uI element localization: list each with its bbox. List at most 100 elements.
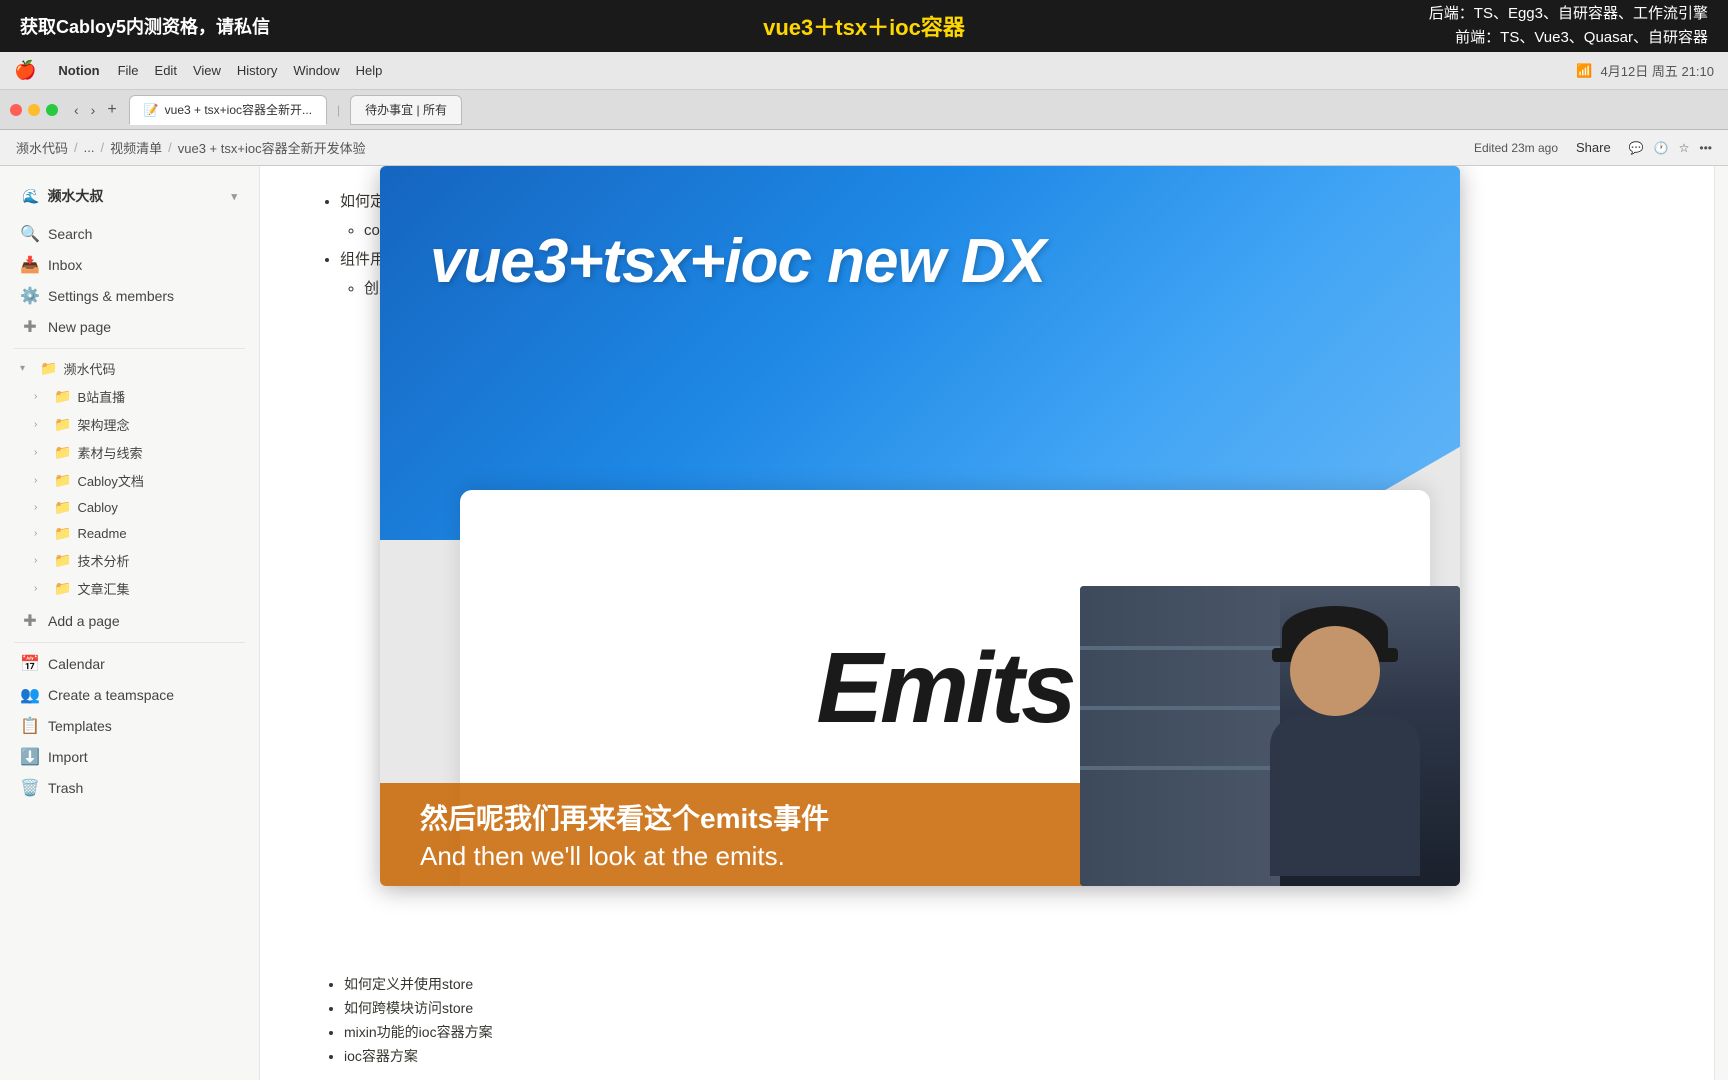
tree-label-readme: Readme: [77, 526, 126, 541]
banner-right-text: 后端：TS、Egg3、自研容器、工作流引擎 前端：TS、Vue3、Quasar、…: [1429, 2, 1708, 50]
breadcrumb-sep-1: /: [74, 140, 78, 155]
menu-window[interactable]: Window: [293, 63, 339, 78]
more-options-icon[interactable]: •••: [1699, 141, 1712, 155]
video-player[interactable]: vue3+tsx+ioc new DX Emits 然后呢我们再来看这个emit…: [380, 166, 1460, 886]
sidebar-item-templates[interactable]: 📋 Templates: [6, 711, 253, 741]
app-name-menu[interactable]: Notion: [58, 63, 99, 78]
add-page-icon: ✚: [20, 611, 40, 631]
mac-toolbar: 🍎 Notion File Edit View History Window H…: [0, 52, 1728, 90]
folder-icon-readme: 📁: [54, 525, 71, 542]
below-bullet-mixin: mixin功能的ioc容器方案: [344, 1022, 1654, 1042]
menu-view[interactable]: View: [193, 63, 221, 78]
sidebar-settings-label: Settings & members: [48, 288, 174, 304]
sidebar-item-trash[interactable]: 🗑️ Trash: [6, 773, 253, 803]
expand-icon-cabloy: ›: [34, 502, 48, 513]
below-bullet-store: 如何定义并使用store: [344, 974, 1654, 994]
menu-file[interactable]: File: [118, 63, 139, 78]
scrollbar-panel: [1714, 166, 1728, 1080]
sidebar-item-new-page[interactable]: ✚ New page: [6, 312, 253, 342]
sidebar-divider-1: [14, 348, 245, 349]
breadcrumb-root[interactable]: 濒水代码: [16, 138, 68, 157]
tab-separator: |: [331, 103, 346, 117]
comment-icon[interactable]: 💬: [1629, 141, 1644, 155]
import-icon: ⬇️: [20, 747, 40, 767]
sidebar-item-inbox[interactable]: 📥 Inbox: [6, 250, 253, 280]
sidebar-item-settings[interactable]: ⚙️ Settings & members: [6, 281, 253, 311]
tab-vue3-tsx[interactable]: 📝 vue3 + tsx+ioc容器全新开...: [129, 95, 327, 125]
maximize-window-button[interactable]: [46, 104, 58, 116]
forward-button[interactable]: ›: [87, 100, 100, 120]
sidebar-inbox-label: Inbox: [48, 257, 82, 273]
system-icons: 📶 4月12日 周五 21:10: [1576, 61, 1714, 80]
workspace-header[interactable]: 🌊 濒水大叔 ▾: [14, 180, 245, 212]
close-window-button[interactable]: [10, 104, 22, 116]
address-bar: 濒水代码 / ... / 视频清单 / vue3 + tsx+ioc容器全新开发…: [0, 130, 1728, 166]
teamspace-icon: 👥: [20, 685, 40, 705]
tab-todo[interactable]: 待办事宜 | 所有: [350, 95, 462, 125]
breadcrumb-ellipsis[interactable]: ...: [84, 140, 95, 155]
share-button[interactable]: Share: [1568, 138, 1619, 157]
workspace-icon: 🌊: [22, 188, 39, 205]
trash-icon: 🗑️: [20, 778, 40, 798]
tree-label-jishu: 技术分析: [77, 551, 129, 570]
below-bullet-text-crossmodule: 如何跨模块访问store: [344, 1000, 473, 1016]
below-bullet-crossmodule: 如何跨模块访问store: [344, 998, 1654, 1018]
sidebar-item-sucai[interactable]: › 📁 素材与线索: [6, 439, 253, 466]
star-icon[interactable]: ☆: [1679, 141, 1690, 155]
slide-top-section: vue3+tsx+ioc new DX: [380, 166, 1460, 540]
address-bar-actions: Edited 23m ago Share 💬 🕐 ☆ •••: [1474, 138, 1712, 157]
minimize-window-button[interactable]: [28, 104, 40, 116]
menu-help[interactable]: Help: [356, 63, 383, 78]
webcam-video: [1080, 586, 1460, 886]
folder-icon-cabloydoc: 📁: [54, 472, 71, 489]
sidebar-item-readme[interactable]: › 📁 Readme: [6, 521, 253, 546]
expand-icon: ›: [34, 391, 48, 402]
edited-timestamp: Edited 23m ago: [1474, 141, 1558, 155]
breadcrumb-video[interactable]: 视频清单: [110, 138, 162, 157]
sidebar-import-label: Import: [48, 749, 88, 765]
sidebar-search-label: Search: [48, 226, 92, 242]
sidebar-calendar-label: Calendar: [48, 656, 105, 672]
sidebar-item-binshuicode[interactable]: ▾ 📁 濒水代码: [6, 355, 253, 382]
sidebar-item-jishu[interactable]: › 📁 技术分析: [6, 547, 253, 574]
below-bullet-text-mixin: mixin功能的ioc容器方案: [344, 1024, 493, 1040]
sidebar-item-add-page[interactable]: ✚ Add a page: [6, 606, 253, 636]
collapse-icon: ▾: [20, 363, 34, 374]
slide-main-title: vue3+tsx+ioc new DX: [430, 226, 1045, 297]
sidebar-item-wenzhang[interactable]: › 📁 文章汇集: [6, 575, 253, 602]
tree-label-bzb: B站直播: [77, 387, 125, 406]
mac-menu-bar: File Edit View History Window Help: [118, 63, 383, 78]
webcam-shelf-bg: [1080, 586, 1280, 886]
tab-title: vue3 + tsx+ioc容器全新开...: [165, 101, 312, 118]
apple-logo-icon: 🍎: [14, 60, 36, 81]
sidebar-item-bzb[interactable]: › 📁 B站直播: [6, 383, 253, 410]
slide-emits-text: Emits: [816, 631, 1073, 746]
sidebar-item-import[interactable]: ⬇️ Import: [6, 742, 253, 772]
below-video-content: 如何定义并使用store 如何跨模块访问store mixin功能的ioc容器方…: [260, 960, 1714, 1080]
expand-icon-readme: ›: [34, 528, 48, 539]
sidebar-item-search[interactable]: 🔍 Search: [6, 219, 253, 249]
breadcrumb-sep-2: /: [100, 140, 104, 155]
main-layout: 🌊 濒水大叔 ▾ 🔍 Search 📥 Inbox ⚙️ Settings & …: [0, 166, 1728, 1080]
clock-icon[interactable]: 🕐: [1654, 141, 1669, 155]
sidebar-workspace: 🌊 濒水大叔 ▾: [0, 174, 259, 218]
slide-background: vue3+tsx+ioc new DX Emits 然后呢我们再来看这个emit…: [380, 166, 1460, 886]
folder-icon-cabloy: 📁: [54, 499, 71, 516]
menu-history[interactable]: History: [237, 63, 277, 78]
sidebar-item-jiagou[interactable]: › 📁 架构理念: [6, 411, 253, 438]
sidebar-teamspace-label: Create a teamspace: [48, 687, 174, 703]
sidebar-item-cabloy[interactable]: › 📁 Cabloy: [6, 495, 253, 520]
sidebar-item-calendar[interactable]: 📅 Calendar: [6, 649, 253, 679]
tree-label-cabloydoc: Cabloy文档: [77, 471, 143, 490]
back-button[interactable]: ‹: [70, 100, 83, 120]
sidebar-item-cabloy-doc[interactable]: › 📁 Cabloy文档: [6, 467, 253, 494]
sidebar-templates-label: Templates: [48, 718, 112, 734]
sidebar-item-teamspace[interactable]: 👥 Create a teamspace: [6, 680, 253, 710]
folder-icon: 📁: [40, 360, 57, 377]
menu-edit[interactable]: Edit: [155, 63, 177, 78]
shelf-line-1: [1080, 646, 1280, 650]
person-body: [1270, 716, 1420, 876]
new-tab-button[interactable]: +: [107, 101, 116, 119]
expand-icon-jishu: ›: [34, 555, 48, 566]
folder-icon-jishu: 📁: [54, 552, 71, 569]
